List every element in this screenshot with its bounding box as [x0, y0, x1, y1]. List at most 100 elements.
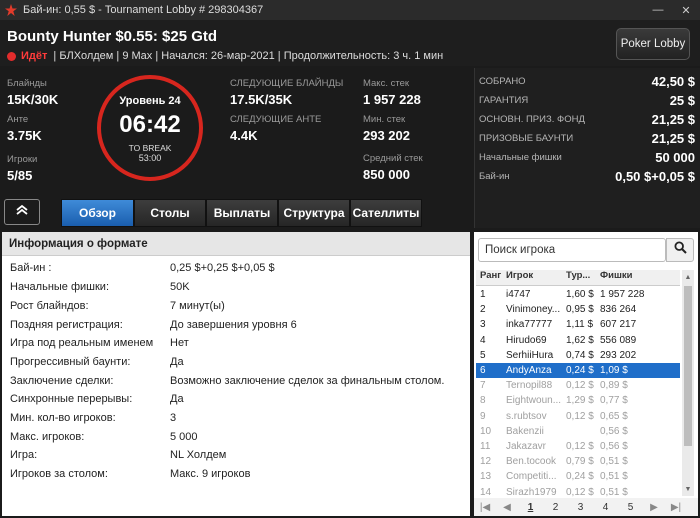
- player-name: s.rubtsov: [506, 410, 547, 422]
- players-panel: Поиск игрока Ранг Игрок Тур... Фишки 1 i4…: [474, 232, 698, 516]
- prize-value: 0,50 $+0,05 $: [615, 169, 695, 184]
- player-name: Jakazavr: [506, 441, 547, 452]
- pokerstars-logo-icon: [4, 3, 18, 17]
- format-value: 3: [170, 412, 177, 424]
- poker-lobby-button[interactable]: Poker Lobby: [616, 28, 690, 60]
- close-button[interactable]: ✕: [672, 0, 700, 20]
- player-row[interactable]: 13 Competiti... 0,24 $ 0,51 $: [476, 469, 680, 484]
- collapse-button[interactable]: [4, 199, 40, 225]
- next-page-button[interactable]: ▶: [643, 502, 665, 513]
- player-name: Vinimoney...: [506, 304, 561, 316]
- tab-payouts[interactable]: Выплаты: [206, 199, 278, 227]
- player-search-input[interactable]: Поиск игрока: [478, 238, 666, 262]
- format-value: Нет: [170, 337, 189, 349]
- player-bounty: 0,24 $: [566, 471, 594, 483]
- format-key: Синхронные перерывы:: [10, 393, 133, 405]
- format-value: Макс. 9 игроков: [170, 468, 251, 480]
- prize-row: ГАРАНТИЯ 25 $: [479, 93, 695, 108]
- minimize-button[interactable]: —: [644, 0, 672, 20]
- format-key: Мин. кол-во игроков:: [10, 412, 116, 424]
- player-name: Eightwoun...: [506, 395, 562, 407]
- format-row: Синхронные перерывы: Да: [10, 393, 465, 405]
- page-button[interactable]: 3: [568, 502, 593, 513]
- player-name: Hirudo69: [506, 334, 547, 346]
- page-button[interactable]: 1: [518, 502, 543, 513]
- column-player[interactable]: Игрок: [502, 270, 562, 285]
- player-row[interactable]: 4 Hirudo69 1,62 $ 556 089: [476, 333, 680, 348]
- tab-tables[interactable]: Столы: [134, 199, 206, 227]
- player-rank: 1: [480, 289, 486, 300]
- column-chips[interactable]: Фишки: [596, 270, 680, 285]
- players-stat: Игроки 5/85: [7, 154, 37, 183]
- format-value: Да: [170, 356, 184, 368]
- search-button[interactable]: [666, 238, 694, 262]
- search-icon: [673, 241, 687, 259]
- player-row[interactable]: 3 inka77777 1,11 $ 607 217: [476, 317, 680, 332]
- player-row[interactable]: 12 Ben.tocook 0,79 $ 0,51 $: [476, 454, 680, 469]
- players-value: 5/85: [7, 168, 33, 183]
- player-chips: 293 202: [600, 349, 637, 361]
- player-row[interactable]: 8 Eightwoun... 1,29 $ 0,77 $: [476, 393, 680, 408]
- format-row: Поздняя регистрация: До завершения уровня…: [10, 319, 465, 331]
- ante-value: 3.75K: [7, 128, 42, 143]
- format-info-heading: Информация о формате: [2, 232, 470, 256]
- page-button[interactable]: 4: [593, 502, 618, 513]
- format-key: Макс. игроков:: [10, 431, 85, 443]
- prize-value: 50 000: [655, 150, 695, 165]
- prize-pool-panel: СОБРАНО 42,50 $ ГАРАНТИЯ 25 $ ОСНОВН. ПР…: [474, 68, 700, 228]
- scroll-down-icon[interactable]: ▼: [682, 482, 694, 496]
- player-bounty: 0,74 $: [566, 349, 594, 361]
- player-chips: 556 089: [600, 334, 637, 346]
- tournament-name: Bounty Hunter $0.55: $25 Gtd: [7, 28, 218, 45]
- prize-value: 21,25 $: [651, 131, 695, 146]
- prize-row: Начальные фишки 50 000: [479, 150, 695, 165]
- tab-satellites[interactable]: Сателлиты: [350, 199, 422, 227]
- prize-label: ОСНОВН. ПРИЗ. ФОНД: [479, 114, 585, 125]
- tab-overview[interactable]: Обзор: [61, 199, 134, 227]
- next-blinds-label: СЛЕДУЮЩИЕ БЛАЙНДЫ: [230, 78, 344, 89]
- player-row[interactable]: 11 Jakazavr 0,12 $ 0,56 $: [476, 439, 680, 454]
- player-row[interactable]: 10 Bakenzii 0,56 $: [476, 424, 680, 439]
- page-button[interactable]: 2: [543, 502, 568, 513]
- format-row: Бай-ин : 0,25 $+0,25 $+0,05 $: [10, 262, 465, 274]
- player-bounty: 1,29 $: [566, 395, 594, 407]
- prize-value: 42,50 $: [651, 74, 695, 89]
- prize-label: СОБРАНО: [479, 76, 526, 87]
- scroll-up-icon[interactable]: ▲: [682, 270, 694, 284]
- ante-stat: Анте 3.75K: [7, 114, 42, 143]
- format-info-panel: Информация о формате Бай-ин : 0,25 $+0,25…: [2, 232, 470, 516]
- player-bounty: 1,60 $: [566, 289, 594, 300]
- prev-page-button[interactable]: ◀: [496, 502, 518, 513]
- player-row[interactable]: 1 i4747 1,60 $ 1 957 228: [476, 287, 680, 302]
- next-ante-value: 4.4K: [230, 128, 258, 143]
- player-rank: 2: [480, 304, 486, 316]
- tournament-details: | БЛХолдем | 9 Max | Начался: 26-мар-202…: [53, 50, 444, 62]
- players-scrollbar[interactable]: ▲ ▼: [682, 270, 694, 496]
- player-chips: 1,09 $: [600, 365, 628, 376]
- player-rank: 12: [480, 456, 492, 468]
- last-page-button[interactable]: ▶|: [665, 502, 687, 513]
- format-row: Игроков за столом: Макс. 9 игроков: [10, 468, 465, 480]
- player-row[interactable]: 5 SerhiiHura 0,74 $ 293 202: [476, 348, 680, 363]
- player-chips: 0,51 $: [600, 471, 628, 483]
- player-row[interactable]: 2 Vinimoney... 0,95 $ 836 264: [476, 302, 680, 317]
- format-value: 0,25 $+0,25 $+0,05 $: [170, 262, 275, 274]
- player-row[interactable]: 7 Ternopil88 0,12 $ 0,89 $: [476, 378, 680, 393]
- level-timer: 06:42: [119, 111, 181, 138]
- player-chips: 836 264: [600, 304, 637, 316]
- page-button[interactable]: 5: [618, 502, 643, 513]
- scrollbar-thumb[interactable]: [684, 286, 692, 446]
- format-value: 5 000: [170, 431, 198, 443]
- max-stack-stat: Макс. стек 1 957 228: [363, 78, 421, 107]
- player-chips: 1 957 228: [600, 289, 645, 300]
- player-rank: 9: [480, 410, 486, 422]
- player-row[interactable]: 6 AndyAnza 0,24 $ 1,09 $: [476, 363, 680, 378]
- player-row[interactable]: 9 s.rubtsov 0,12 $ 0,65 $: [476, 409, 680, 424]
- player-rank: 10: [480, 425, 492, 437]
- player-rank: 11: [480, 441, 491, 452]
- tab-structure[interactable]: Структура: [278, 199, 350, 227]
- column-bounty[interactable]: Тур...: [562, 270, 596, 285]
- prize-label: ПРИЗОВЫЕ БАУНТИ: [479, 133, 574, 144]
- column-rank[interactable]: Ранг: [476, 270, 502, 285]
- first-page-button[interactable]: |◀: [474, 502, 496, 513]
